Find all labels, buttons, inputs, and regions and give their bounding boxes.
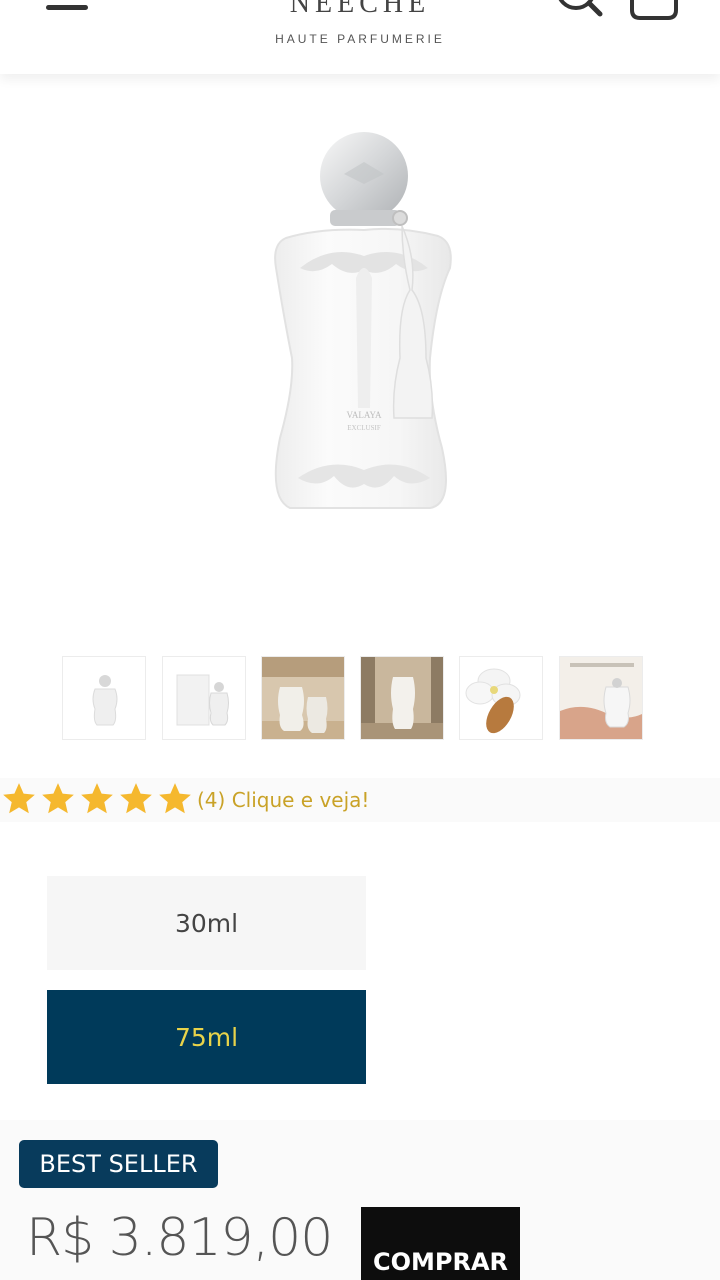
thumbnail-2[interactable] bbox=[162, 656, 246, 740]
best-seller-badge: BEST SELLER bbox=[19, 1140, 218, 1188]
reviews-link[interactable]: (4) Clique e veja! bbox=[197, 788, 369, 812]
thumbnail-4[interactable] bbox=[360, 656, 444, 740]
svg-text:VALAYA: VALAYA bbox=[346, 410, 382, 420]
brand-subtitle: HAUTE PARFUMERIE bbox=[275, 32, 445, 46]
thumbnail-5[interactable] bbox=[459, 656, 543, 740]
thumbnail-3[interactable] bbox=[261, 656, 345, 740]
star-icon bbox=[42, 783, 74, 814]
buy-button[interactable]: COMPRAR bbox=[361, 1207, 520, 1280]
thumbnail-1[interactable] bbox=[62, 656, 146, 740]
thumbnail-6[interactable] bbox=[559, 656, 643, 740]
rating-bar: (4) Clique e veja! bbox=[0, 778, 720, 822]
thumbnail-strip bbox=[62, 656, 652, 742]
star-icon bbox=[159, 783, 191, 814]
cart-icon[interactable] bbox=[626, 0, 682, 22]
brand-name[interactable]: NEECHE bbox=[0, 0, 720, 20]
star-icon bbox=[3, 783, 35, 814]
star-icon bbox=[81, 783, 113, 814]
product-price: R$ 3.819,00 bbox=[26, 1208, 333, 1268]
search-icon[interactable] bbox=[552, 0, 604, 20]
star-icon bbox=[120, 783, 152, 814]
product-main-image[interactable]: VALAYA EXCLUSIF bbox=[180, 118, 540, 538]
size-option-75ml[interactable]: 75ml bbox=[47, 990, 366, 1084]
size-option-30ml[interactable]: 30ml bbox=[47, 876, 366, 970]
svg-text:EXCLUSIF: EXCLUSIF bbox=[347, 424, 381, 432]
header: NEECHE HAUTE PARFUMERIE bbox=[0, 0, 720, 74]
